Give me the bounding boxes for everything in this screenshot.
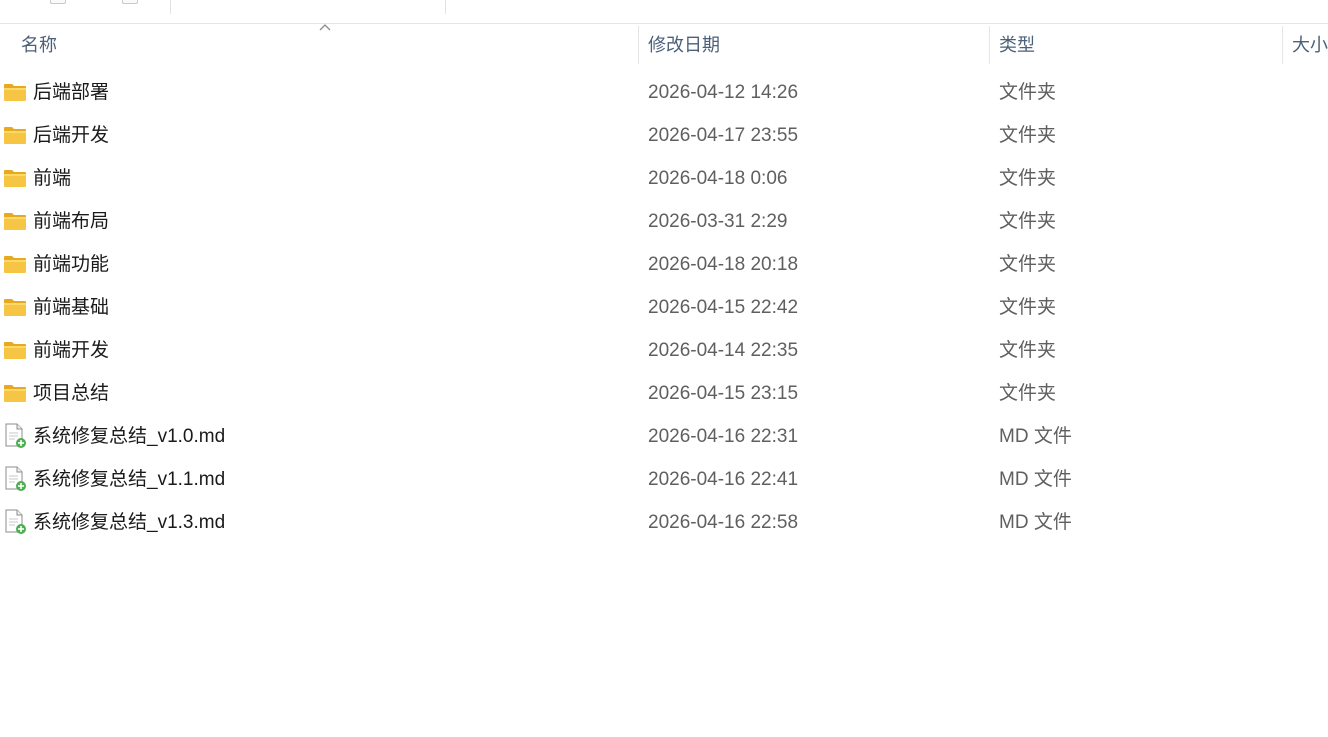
folder-icon [3, 124, 27, 146]
file-name: 系统修复总结_v1.3.md [33, 512, 226, 533]
toolbar-button-icon[interactable] [50, 0, 66, 4]
file-row[interactable]: 后端开发 2026-04-17 23:55 文件夹 [0, 114, 1328, 157]
file-name: 后端部署 [33, 82, 110, 103]
markdown-file-icon [3, 466, 27, 491]
file-type: 文件夹 [999, 340, 1057, 361]
file-name: 前端开发 [33, 340, 110, 361]
file-type: MD 文件 [999, 512, 1072, 533]
column-resize-handle[interactable] [638, 26, 639, 64]
file-row[interactable]: 系统修复总结_v1.3.md 2026-04-16 22:58 MD 文件 [0, 501, 1328, 544]
toolbar-divider [170, 0, 171, 14]
folder-icon [3, 81, 27, 103]
file-row[interactable]: 系统修复总结_v1.1.md 2026-04-16 22:41 MD 文件 [0, 458, 1328, 501]
file-modified-date: 2026-04-16 22:58 [648, 512, 799, 533]
column-header-type[interactable]: 类型 [999, 24, 1269, 66]
file-type: 文件夹 [999, 82, 1057, 103]
file-type: 文件夹 [999, 383, 1057, 404]
file-row[interactable]: 前端布局 2026-03-31 2:29 文件夹 [0, 200, 1328, 243]
file-modified-date: 2026-04-15 22:42 [648, 297, 799, 318]
file-name: 前端 [33, 168, 72, 189]
file-modified-date: 2026-04-18 0:06 [648, 168, 788, 189]
file-row[interactable]: 前端 2026-04-18 0:06 文件夹 [0, 157, 1328, 200]
toolbar-strip [0, 0, 1328, 24]
file-type: 文件夹 [999, 125, 1057, 146]
folder-icon [3, 253, 27, 275]
column-header-modified[interactable]: 修改日期 [648, 24, 978, 66]
file-type: 文件夹 [999, 211, 1057, 232]
file-name: 系统修复总结_v1.1.md [33, 469, 226, 490]
file-name: 后端开发 [33, 125, 110, 146]
toolbar-button-icon[interactable] [122, 0, 138, 4]
folder-icon [3, 167, 27, 189]
file-modified-date: 2026-04-18 20:18 [648, 254, 799, 275]
toolbar-divider [445, 0, 446, 14]
file-modified-date: 2026-04-15 23:15 [648, 383, 799, 404]
file-modified-date: 2026-04-16 22:41 [648, 469, 799, 490]
folder-icon [3, 296, 27, 318]
folder-icon [3, 339, 27, 361]
file-name: 前端功能 [33, 254, 110, 275]
column-resize-handle[interactable] [1282, 26, 1283, 64]
markdown-file-icon [3, 423, 27, 448]
markdown-file-icon [3, 509, 27, 534]
file-name: 前端布局 [33, 211, 110, 232]
file-row[interactable]: 系统修复总结_v1.0.md 2026-04-16 22:31 MD 文件 [0, 415, 1328, 458]
file-modified-date: 2026-04-17 23:55 [648, 125, 799, 146]
file-name: 系统修复总结_v1.0.md [33, 426, 226, 447]
folder-icon [3, 210, 27, 232]
file-modified-date: 2026-03-31 2:29 [648, 211, 788, 232]
file-modified-date: 2026-04-16 22:31 [648, 426, 799, 447]
file-row[interactable]: 前端开发 2026-04-14 22:35 文件夹 [0, 329, 1328, 372]
file-name: 前端基础 [33, 297, 110, 318]
column-resize-handle[interactable] [989, 26, 990, 64]
file-type: 文件夹 [999, 168, 1057, 189]
file-type: 文件夹 [999, 254, 1057, 275]
file-type: MD 文件 [999, 469, 1072, 490]
file-name: 项目总结 [33, 383, 110, 404]
column-header-row: 名称 修改日期 类型 大小 [0, 24, 1328, 66]
file-row[interactable]: 后端部署 2026-04-12 14:26 文件夹 [0, 71, 1328, 114]
file-modified-date: 2026-04-14 22:35 [648, 340, 799, 361]
file-type: 文件夹 [999, 297, 1057, 318]
folder-icon [3, 382, 27, 404]
column-header-size[interactable]: 大小 [1292, 24, 1328, 66]
file-row[interactable]: 前端功能 2026-04-18 20:18 文件夹 [0, 243, 1328, 286]
file-row[interactable]: 项目总结 2026-04-15 23:15 文件夹 [0, 372, 1328, 415]
file-type: MD 文件 [999, 426, 1072, 447]
file-list: 后端部署 2026-04-12 14:26 文件夹 后端开发 2026-04-17 2… [0, 71, 1328, 544]
file-modified-date: 2026-04-12 14:26 [648, 82, 799, 103]
file-row[interactable]: 前端基础 2026-04-15 22:42 文件夹 [0, 286, 1328, 329]
column-header-name[interactable]: 名称 [21, 24, 621, 66]
